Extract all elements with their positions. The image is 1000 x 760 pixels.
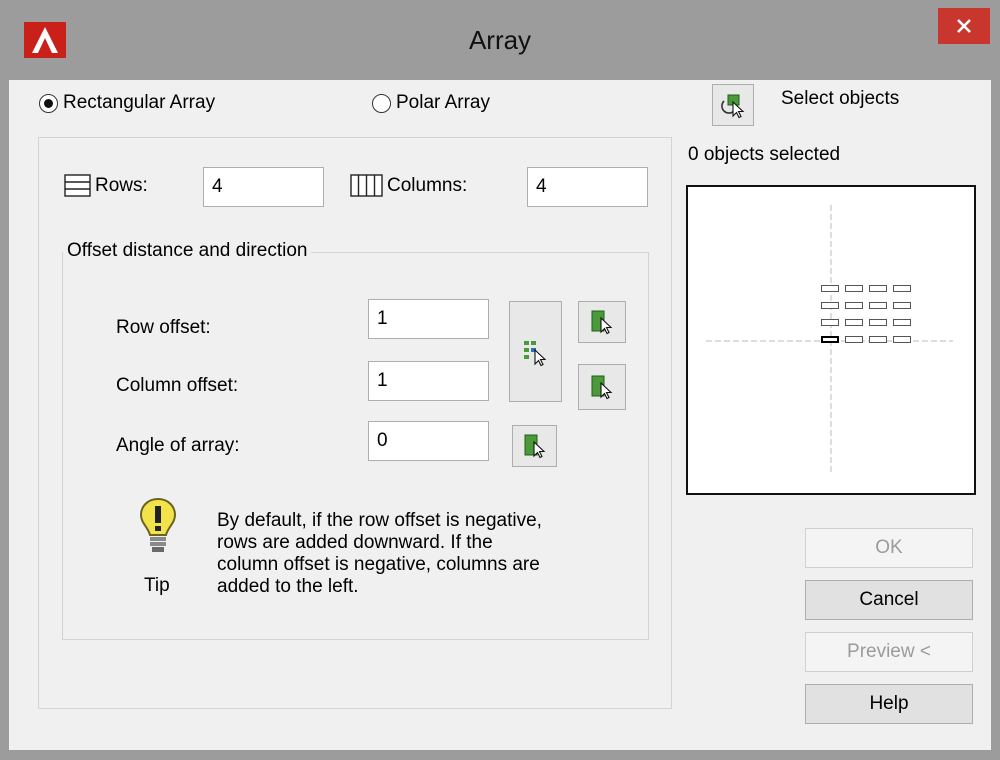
preview-array-cell xyxy=(893,319,911,326)
cancel-button[interactable]: Cancel xyxy=(805,580,973,620)
rectangular-array-radio[interactable]: Rectangular Array xyxy=(39,92,215,114)
pick-angle-button[interactable] xyxy=(512,425,557,467)
pick-column-offset-button[interactable] xyxy=(578,364,626,410)
preview-button[interactable]: Preview < xyxy=(805,632,973,672)
angle-of-array-label: Angle of array: xyxy=(116,435,240,456)
preview-array-cell xyxy=(869,302,887,309)
rows-icon xyxy=(64,174,91,197)
close-button[interactable] xyxy=(938,8,990,44)
dialog-body: Rectangular Array Polar Array Select obj… xyxy=(9,80,991,750)
preview-array-cell xyxy=(821,302,839,309)
pick-column-offset-icon xyxy=(591,375,613,400)
selection-status: 0 objects selected xyxy=(688,144,841,165)
array-preview-pane xyxy=(686,185,976,495)
polar-array-radio[interactable]: Polar Array xyxy=(372,92,490,114)
preview-array-cell xyxy=(869,285,887,292)
preview-base-cell xyxy=(821,336,839,343)
polar-array-label: Polar Array xyxy=(396,92,490,113)
pick-both-offsets-button[interactable] xyxy=(509,301,562,402)
rows-label: Rows: xyxy=(95,175,148,196)
row-offset-input[interactable] xyxy=(368,299,489,339)
tip-text: By default, if the row offset is negativ… xyxy=(217,510,542,598)
select-objects-button[interactable] xyxy=(712,84,754,126)
window-title: Array xyxy=(468,25,532,55)
tip-lightbulb-icon xyxy=(139,497,177,552)
preview-array-cell xyxy=(845,302,863,309)
array-dialog: Array Rectangular Array Polar Array Sele… xyxy=(0,0,1000,760)
column-offset-input[interactable] xyxy=(368,361,489,401)
preview-array-cell xyxy=(845,336,863,343)
column-offset-label: Column offset: xyxy=(116,375,239,396)
pick-angle-icon xyxy=(524,434,545,459)
offset-group-title: Offset distance and direction xyxy=(63,240,312,262)
title-bar[interactable]: Array xyxy=(0,0,1000,80)
pick-both-offsets-icon xyxy=(523,340,546,366)
tip-text-line: added to the left. xyxy=(217,576,359,597)
help-button[interactable]: Help xyxy=(805,684,973,724)
pick-row-offset-button[interactable] xyxy=(578,301,626,343)
rectangular-array-label: Rectangular Array xyxy=(63,92,216,113)
angle-of-array-input[interactable] xyxy=(368,421,489,461)
preview-array-cell xyxy=(869,319,887,326)
preview-array-cell xyxy=(893,302,911,309)
select-objects-icon xyxy=(721,94,745,119)
tip-text-line: column offset is negative, columns are xyxy=(217,554,540,575)
preview-array-cell xyxy=(821,285,839,292)
radio-checked-icon xyxy=(39,93,58,113)
radio-unchecked-icon xyxy=(372,93,391,113)
preview-array-cell xyxy=(893,336,911,343)
close-icon xyxy=(957,19,971,33)
pick-row-offset-icon xyxy=(591,310,613,335)
preview-array-cell xyxy=(845,285,863,292)
tip-label: Tip xyxy=(144,575,170,596)
ok-button[interactable]: OK xyxy=(805,528,973,568)
preview-array-cell xyxy=(845,319,863,326)
tip-text-line: rows are added downward. If the xyxy=(217,532,493,553)
preview-array-cell xyxy=(821,319,839,326)
columns-input[interactable] xyxy=(527,167,648,207)
preview-array-cell xyxy=(869,336,887,343)
rows-input[interactable] xyxy=(203,167,324,207)
columns-icon xyxy=(350,174,383,197)
tip-text-line: By default, if the row offset is negativ… xyxy=(217,510,542,531)
columns-label: Columns: xyxy=(387,175,468,196)
preview-array-cell xyxy=(893,285,911,292)
select-objects-label: Select objects xyxy=(781,88,900,109)
row-offset-label: Row offset: xyxy=(116,317,211,338)
